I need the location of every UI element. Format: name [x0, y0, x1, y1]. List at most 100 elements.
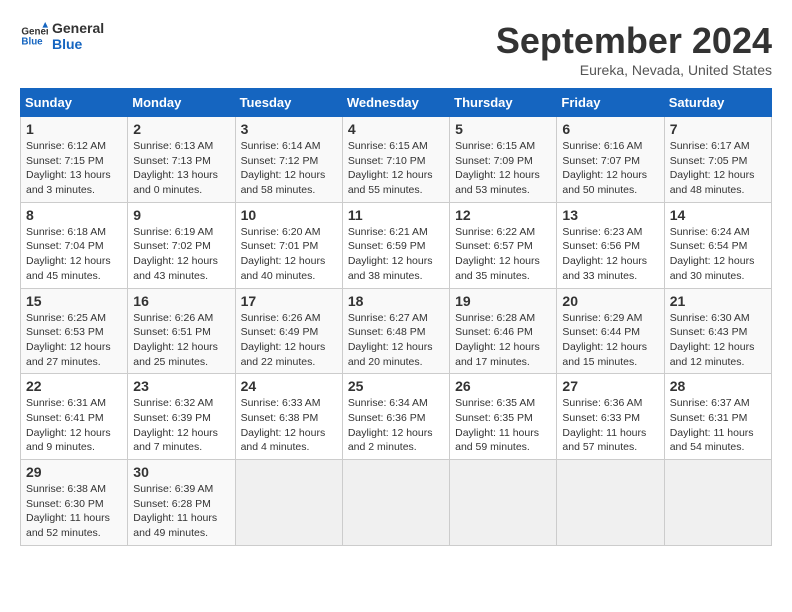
day-number: 26 [455, 378, 551, 394]
day-info: Sunrise: 6:21 AMSunset: 6:59 PMDaylight:… [348, 225, 444, 284]
page-header: General Blue General Blue September 2024… [20, 20, 772, 78]
day-info: Sunrise: 6:19 AMSunset: 7:02 PMDaylight:… [133, 225, 229, 284]
day-info: Sunrise: 6:15 AMSunset: 7:10 PMDaylight:… [348, 139, 444, 198]
day-number: 9 [133, 207, 229, 223]
calendar-cell: 6 Sunrise: 6:16 AMSunset: 7:07 PMDaylight… [557, 117, 664, 203]
weekday-header-monday: Monday [128, 89, 235, 117]
calendar-cell: 4 Sunrise: 6:15 AMSunset: 7:10 PMDaylight… [342, 117, 449, 203]
calendar-cell [342, 460, 449, 546]
calendar-cell: 28Sunrise: 6:37 AMSunset: 6:31 PMDayligh… [664, 374, 771, 460]
calendar-cell: 3Sunrise: 6:14 AMSunset: 7:12 PMDaylight… [235, 117, 342, 203]
calendar-cell [450, 460, 557, 546]
logo-icon: General Blue [20, 22, 48, 50]
calendar-week-row: 29 Sunrise: 6:38 AMSunset: 6:30 PMDayligh… [21, 460, 772, 546]
day-number: 11 [348, 207, 444, 223]
calendar-cell: 11 Sunrise: 6:21 AMSunset: 6:59 PMDayligh… [342, 202, 449, 288]
weekday-header-friday: Friday [557, 89, 664, 117]
weekday-header-sunday: Sunday [21, 89, 128, 117]
day-number: 8 [26, 207, 122, 223]
day-info: Sunrise: 6:17 AMSunset: 7:05 PMDaylight:… [670, 139, 766, 198]
calendar-week-row: 1 Sunrise: 6:12 AMSunset: 7:15 PMDaylight… [21, 117, 772, 203]
calendar-cell: 13Sunrise: 6:23 AMSunset: 6:56 PMDayligh… [557, 202, 664, 288]
logo-line2: Blue [52, 36, 104, 52]
day-number: 21 [670, 293, 766, 309]
day-number: 13 [562, 207, 658, 223]
day-number: 18 [348, 293, 444, 309]
calendar-cell: 9 Sunrise: 6:19 AMSunset: 7:02 PMDaylight… [128, 202, 235, 288]
day-number: 17 [241, 293, 337, 309]
calendar-cell: 25 Sunrise: 6:34 AMSunset: 6:36 PMDayligh… [342, 374, 449, 460]
weekday-header-saturday: Saturday [664, 89, 771, 117]
day-number: 30 [133, 464, 229, 480]
calendar-cell: 23 Sunrise: 6:32 AMSunset: 6:39 PMDayligh… [128, 374, 235, 460]
day-number: 23 [133, 378, 229, 394]
day-info: Sunrise: 6:39 AMSunset: 6:28 PMDaylight:… [133, 482, 229, 541]
day-number: 20 [562, 293, 658, 309]
day-number: 10 [241, 207, 337, 223]
day-info: Sunrise: 6:35 AMSunset: 6:35 PMDaylight:… [455, 396, 551, 455]
calendar-week-row: 22Sunrise: 6:31 AMSunset: 6:41 PMDayligh… [21, 374, 772, 460]
weekday-header-thursday: Thursday [450, 89, 557, 117]
day-number: 6 [562, 121, 658, 137]
title-area: September 2024 Eureka, Nevada, United St… [496, 20, 772, 78]
calendar-table: SundayMondayTuesdayWednesdayThursdayFrid… [20, 88, 772, 546]
calendar-cell: 24 Sunrise: 6:33 AMSunset: 6:38 PMDayligh… [235, 374, 342, 460]
day-number: 27 [562, 378, 658, 394]
day-info: Sunrise: 6:33 AMSunset: 6:38 PMDaylight:… [241, 396, 337, 455]
calendar-cell: 30 Sunrise: 6:39 AMSunset: 6:28 PMDayligh… [128, 460, 235, 546]
day-number: 28 [670, 378, 766, 394]
day-info: Sunrise: 6:38 AMSunset: 6:30 PMDaylight:… [26, 482, 122, 541]
calendar-cell: 16Sunrise: 6:26 AMSunset: 6:51 PMDayligh… [128, 288, 235, 374]
weekday-header-wednesday: Wednesday [342, 89, 449, 117]
calendar-cell: 1 Sunrise: 6:12 AMSunset: 7:15 PMDaylight… [21, 117, 128, 203]
logo-line1: General [52, 20, 104, 36]
day-info: Sunrise: 6:36 AMSunset: 6:33 PMDaylight:… [562, 396, 658, 455]
day-info: Sunrise: 6:26 AMSunset: 6:49 PMDaylight:… [241, 311, 337, 370]
day-info: Sunrise: 6:20 AMSunset: 7:01 PMDaylight:… [241, 225, 337, 284]
calendar-cell: 29 Sunrise: 6:38 AMSunset: 6:30 PMDayligh… [21, 460, 128, 546]
day-number: 1 [26, 121, 122, 137]
day-number: 29 [26, 464, 122, 480]
day-number: 19 [455, 293, 551, 309]
page-subtitle: Eureka, Nevada, United States [496, 62, 772, 78]
calendar-cell [235, 460, 342, 546]
day-number: 12 [455, 207, 551, 223]
day-number: 25 [348, 378, 444, 394]
day-info: Sunrise: 6:28 AMSunset: 6:46 PMDaylight:… [455, 311, 551, 370]
day-info: Sunrise: 6:32 AMSunset: 6:39 PMDaylight:… [133, 396, 229, 455]
calendar-cell: 5Sunrise: 6:15 AMSunset: 7:09 PMDaylight… [450, 117, 557, 203]
day-info: Sunrise: 6:25 AMSunset: 6:53 PMDaylight:… [26, 311, 122, 370]
calendar-cell: 7Sunrise: 6:17 AMSunset: 7:05 PMDaylight… [664, 117, 771, 203]
svg-text:Blue: Blue [21, 36, 43, 47]
day-info: Sunrise: 6:29 AMSunset: 6:44 PMDaylight:… [562, 311, 658, 370]
calendar-cell: 15 Sunrise: 6:25 AMSunset: 6:53 PMDayligh… [21, 288, 128, 374]
calendar-week-row: 8Sunrise: 6:18 AMSunset: 7:04 PMDaylight… [21, 202, 772, 288]
day-info: Sunrise: 6:27 AMSunset: 6:48 PMDaylight:… [348, 311, 444, 370]
day-info: Sunrise: 6:13 AMSunset: 7:13 PMDaylight:… [133, 139, 229, 198]
day-info: Sunrise: 6:14 AMSunset: 7:12 PMDaylight:… [241, 139, 337, 198]
calendar-cell: 20 Sunrise: 6:29 AMSunset: 6:44 PMDayligh… [557, 288, 664, 374]
day-info: Sunrise: 6:26 AMSunset: 6:51 PMDaylight:… [133, 311, 229, 370]
day-number: 15 [26, 293, 122, 309]
weekday-header-tuesday: Tuesday [235, 89, 342, 117]
calendar-cell: 22Sunrise: 6:31 AMSunset: 6:41 PMDayligh… [21, 374, 128, 460]
weekday-header-row: SundayMondayTuesdayWednesdayThursdayFrid… [21, 89, 772, 117]
day-info: Sunrise: 6:30 AMSunset: 6:43 PMDaylight:… [670, 311, 766, 370]
day-info: Sunrise: 6:31 AMSunset: 6:41 PMDaylight:… [26, 396, 122, 455]
calendar-cell: 17 Sunrise: 6:26 AMSunset: 6:49 PMDayligh… [235, 288, 342, 374]
day-number: 5 [455, 121, 551, 137]
day-number: 24 [241, 378, 337, 394]
calendar-cell: 8Sunrise: 6:18 AMSunset: 7:04 PMDaylight… [21, 202, 128, 288]
day-info: Sunrise: 6:12 AMSunset: 7:15 PMDaylight:… [26, 139, 122, 198]
calendar-body: 1 Sunrise: 6:12 AMSunset: 7:15 PMDaylight… [21, 117, 772, 546]
calendar-cell: 2Sunrise: 6:13 AMSunset: 7:13 PMDaylight… [128, 117, 235, 203]
calendar-cell: 21 Sunrise: 6:30 AMSunset: 6:43 PMDayligh… [664, 288, 771, 374]
calendar-cell: 14Sunrise: 6:24 AMSunset: 6:54 PMDayligh… [664, 202, 771, 288]
day-info: Sunrise: 6:34 AMSunset: 6:36 PMDaylight:… [348, 396, 444, 455]
calendar-cell: 27 Sunrise: 6:36 AMSunset: 6:33 PMDayligh… [557, 374, 664, 460]
calendar-cell: 18 Sunrise: 6:27 AMSunset: 6:48 PMDayligh… [342, 288, 449, 374]
day-number: 14 [670, 207, 766, 223]
day-info: Sunrise: 6:16 AMSunset: 7:07 PMDaylight:… [562, 139, 658, 198]
day-number: 4 [348, 121, 444, 137]
page-title: September 2024 [496, 20, 772, 62]
